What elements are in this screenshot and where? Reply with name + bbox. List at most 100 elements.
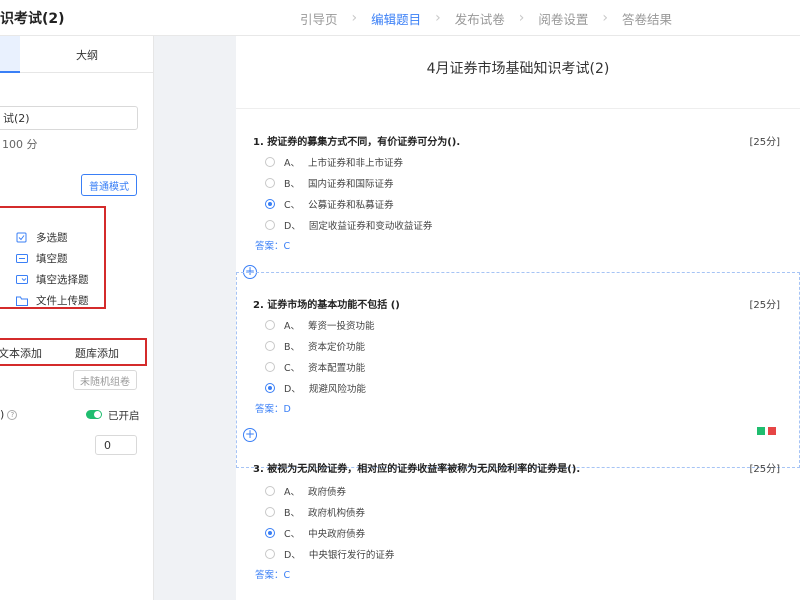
step-publish[interactable]: 发布试卷 (455, 9, 505, 28)
option-text: 国内证券和国际证券 (308, 179, 394, 190)
chevron-right-icon: › (435, 10, 441, 26)
radio-button[interactable] (265, 549, 275, 559)
option-a[interactable]: A、 政府债券 (265, 484, 346, 498)
option-text: 上市证券和非上市证券 (308, 158, 404, 169)
step-nav: 引导页 › 编辑题目 › 发布试卷 › 阅卷设置 › 答卷结果 (300, 0, 672, 36)
option-text: 资本配置功能 (308, 363, 366, 374)
answer-value: C (283, 241, 291, 252)
move-up-button[interactable] (757, 427, 765, 435)
setting-label: ) ? (0, 408, 18, 421)
answer-prefix: 答案： (255, 404, 284, 415)
folder-icon (16, 295, 30, 307)
fill-blank-icon (16, 253, 30, 265)
add-question-button[interactable]: + (243, 428, 257, 442)
radio-button-selected[interactable] (265, 528, 275, 538)
option-text: 资本定价功能 (308, 342, 366, 353)
question-score: [25分] (749, 137, 780, 148)
question-score: [25分] (749, 300, 780, 311)
answer-line: 答案：C (255, 567, 290, 581)
exam-name-input[interactable] (0, 106, 138, 130)
option-b[interactable]: B、 政府机构债券 (265, 505, 365, 519)
setting-label-text: ) (0, 408, 5, 421)
question-title: 2. 证券市场的基本功能不包括 () (253, 300, 400, 311)
left-sidebar: 大纲 100 分 普通模式 多选题 填空题 填空选择题 文件上传题 文本添加 题… (0, 36, 154, 600)
delete-question-button[interactable] (768, 427, 776, 435)
step-results[interactable]: 答卷结果 (622, 9, 672, 28)
option-letter: B、 (284, 342, 301, 353)
option-a[interactable]: A、 筹资一投资功能 (265, 318, 375, 332)
total-score: 100 分 (2, 138, 38, 151)
multi-choice-icon (16, 232, 30, 244)
question-type-label: 多选题 (36, 232, 68, 244)
option-d[interactable]: D、 中央银行发行的证券 (265, 547, 394, 561)
option-c[interactable]: C、 中央政府债券 (265, 526, 365, 540)
option-c[interactable]: C、 公募证券和私募证券 (265, 197, 394, 211)
radio-button[interactable] (265, 341, 275, 351)
fill-select-icon (16, 274, 30, 286)
chevron-right-icon: › (602, 10, 608, 26)
option-letter: A、 (284, 487, 300, 498)
add-from-bank-button[interactable]: 题库添加 (75, 345, 119, 361)
setting-toggle[interactable] (86, 410, 102, 419)
option-d[interactable]: D、 固定收益证券和变动收益证券 (265, 218, 432, 232)
option-text: 固定收益证券和变动收益证券 (308, 221, 433, 232)
add-by-text-button[interactable]: 文本添加 (0, 345, 42, 361)
question-help-icon[interactable]: ? (7, 409, 18, 420)
question-title: 1. 按证券的募集方式不同，有价证券可分为(). (253, 137, 461, 148)
question-type-label: 文件上传题 (36, 295, 89, 307)
option-text: 政府机构债券 (308, 508, 366, 519)
option-letter: C、 (284, 200, 301, 211)
question-score: [25分] (749, 464, 780, 475)
option-letter: B、 (284, 508, 301, 519)
random-paper-button[interactable]: 未随机组卷 (73, 370, 137, 390)
answer-value: D (283, 404, 291, 415)
chevron-right-icon: › (351, 10, 358, 26)
divider (236, 108, 800, 109)
option-b[interactable]: B、 资本定价功能 (265, 339, 365, 353)
question-type-label: 填空选择题 (36, 274, 89, 286)
answer-line: 答案：D (255, 401, 291, 415)
option-text: 筹资一投资功能 (308, 321, 375, 332)
normal-mode-button[interactable]: 普通模式 (81, 174, 137, 196)
option-letter: A、 (284, 321, 300, 332)
radio-button[interactable] (265, 362, 275, 372)
tab-question-types[interactable] (0, 36, 20, 73)
question-type-multi-choice[interactable]: 多选题 (16, 230, 68, 245)
option-d[interactable]: D、 规避风险功能 (265, 381, 366, 395)
radio-button[interactable] (265, 157, 275, 167)
answer-prefix: 答案： (255, 241, 284, 252)
number-input[interactable] (95, 435, 137, 455)
radio-button[interactable] (265, 486, 275, 496)
option-text: 中央银行发行的证券 (308, 550, 395, 561)
radio-button[interactable] (265, 320, 275, 330)
question-title: 3. 被视为无风险证券，相对应的证券收益率被称为无风险利率的证券是(). (253, 464, 581, 475)
option-c[interactable]: C、 资本配置功能 (265, 360, 365, 374)
step-edit-questions[interactable]: 编辑题目 (371, 9, 421, 28)
exam-title-header: 识考试(2) (0, 11, 65, 27)
option-text: 政府债券 (308, 487, 347, 498)
option-letter: D、 (284, 221, 301, 232)
option-b[interactable]: B、 国内证券和国际证券 (265, 176, 394, 190)
answer-prefix: 答案： (255, 570, 284, 581)
answer-value: C (283, 570, 291, 581)
question-type-file-upload[interactable]: 文件上传题 (16, 293, 89, 308)
radio-button[interactable] (265, 220, 275, 230)
radio-button[interactable] (265, 507, 275, 517)
radio-button[interactable] (265, 178, 275, 188)
option-a[interactable]: A、 上市证券和非上市证券 (265, 155, 403, 169)
option-letter: A、 (284, 158, 300, 169)
radio-button-selected[interactable] (265, 199, 275, 209)
chevron-right-icon: › (518, 10, 525, 26)
toggle-label: 已开启 (108, 410, 140, 422)
option-letter: C、 (284, 363, 301, 374)
radio-button-selected[interactable] (265, 383, 275, 393)
top-bar: 识考试(2) 引导页 › 编辑题目 › 发布试卷 › 阅卷设置 › 答卷结果 (0, 0, 800, 36)
step-guide[interactable]: 引导页 (300, 9, 338, 28)
option-text: 规避风险功能 (308, 384, 366, 395)
option-letter: B、 (284, 179, 301, 190)
step-grading-settings[interactable]: 阅卷设置 (538, 9, 588, 28)
tab-outline[interactable]: 大纲 (20, 36, 154, 73)
question-type-fill-blank[interactable]: 填空题 (16, 251, 68, 266)
question-type-fill-select[interactable]: 填空选择题 (16, 272, 89, 287)
question-type-label: 填空题 (36, 253, 68, 265)
